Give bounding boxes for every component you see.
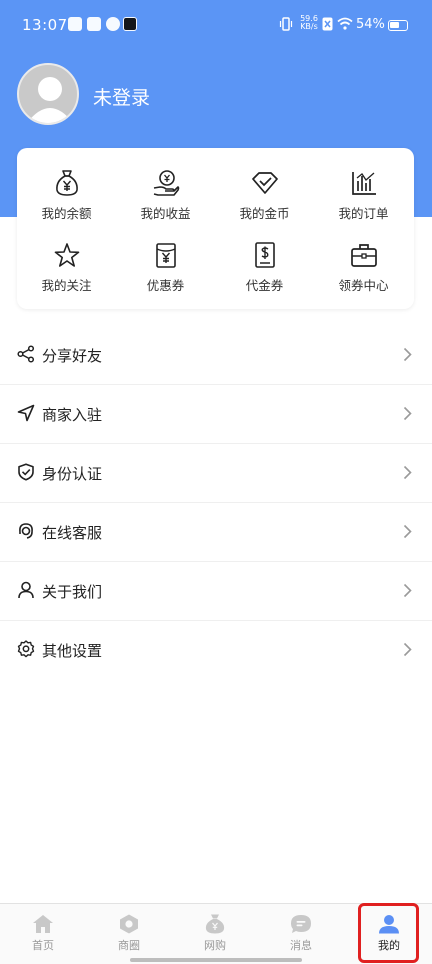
navigation-arrow-icon bbox=[17, 404, 35, 422]
menu-item-label: 在线客服 bbox=[42, 524, 103, 542]
quick-access-card: 我的余额 我的收益 我的金币 我的订单 我的关注 优惠券 代金券 领券中心 bbox=[17, 148, 414, 309]
menu-item-customer-service[interactable]: 在线客服 bbox=[0, 503, 432, 562]
vibrate-icon bbox=[279, 17, 293, 31]
shopping-bag-icon bbox=[205, 914, 225, 934]
login-status-text[interactable]: 未登录 bbox=[93, 83, 150, 110]
grid-item-vouchers[interactable]: 代金券 bbox=[215, 241, 314, 311]
gesture-home-indicator[interactable] bbox=[130, 958, 302, 962]
shield-check-icon bbox=[18, 463, 34, 481]
grid-item-label: 我的金币 bbox=[239, 206, 290, 221]
home-icon bbox=[33, 915, 53, 933]
grid-item-coupons[interactable]: 优惠券 bbox=[116, 241, 215, 311]
battery-percent: 54% bbox=[356, 17, 385, 32]
tab-messages[interactable]: 消息 bbox=[258, 904, 344, 964]
menu-item-label: 其他设置 bbox=[42, 642, 103, 660]
hexagon-icon bbox=[120, 914, 138, 934]
chevron-right-icon bbox=[403, 465, 412, 480]
status-time: 13:07 bbox=[22, 16, 68, 34]
mail-notification-icon bbox=[68, 17, 82, 31]
menu-item-label: 商家入驻 bbox=[42, 406, 103, 424]
money-bag-icon bbox=[55, 170, 78, 196]
tab-mine[interactable]: 我的 bbox=[346, 904, 432, 964]
battery-icon bbox=[388, 20, 408, 31]
tab-business-district[interactable]: 商圈 bbox=[86, 904, 172, 964]
star-icon bbox=[54, 243, 79, 267]
menu-item-merchant-join[interactable]: 商家入驻 bbox=[0, 385, 432, 444]
grid-item-label: 我的关注 bbox=[41, 278, 92, 293]
menu-item-label: 分享好友 bbox=[42, 347, 103, 365]
headset-icon bbox=[19, 523, 33, 539]
bar-chart-icon bbox=[351, 172, 376, 195]
diamond-icon bbox=[251, 172, 278, 194]
grid-item-label: 我的订单 bbox=[338, 206, 389, 221]
grid-item-balance[interactable]: 我的余额 bbox=[17, 169, 116, 239]
app-notification-icon bbox=[87, 17, 101, 31]
no-sim-icon bbox=[322, 17, 333, 31]
grid-item-coupon-center[interactable]: 领券中心 bbox=[314, 241, 413, 311]
voucher-dollar-icon bbox=[254, 242, 275, 268]
tab-label: 商圈 bbox=[118, 939, 140, 952]
coupon-yen-icon bbox=[155, 243, 176, 268]
network-speed: 59.6 KB/s bbox=[300, 14, 318, 31]
menu-item-about-us[interactable]: 关于我们 bbox=[0, 562, 432, 621]
user-outline-icon bbox=[18, 581, 34, 599]
menu-item-label: 关于我们 bbox=[42, 583, 103, 601]
menu-item-other-settings[interactable]: 其他设置 bbox=[0, 621, 432, 680]
tab-online-shopping[interactable]: 网购 bbox=[172, 904, 258, 964]
grid-item-label: 优惠券 bbox=[146, 278, 185, 293]
briefcase-icon bbox=[350, 244, 377, 267]
tiktok-notification-icon bbox=[123, 17, 137, 31]
menu-item-label: 身份认证 bbox=[42, 465, 103, 483]
share-icon bbox=[17, 345, 35, 363]
menu-item-share[interactable]: 分享好友 bbox=[0, 326, 432, 385]
chevron-right-icon bbox=[403, 406, 412, 421]
gear-icon bbox=[17, 640, 35, 658]
chevron-right-icon bbox=[403, 642, 412, 657]
link-notification-icon bbox=[106, 17, 120, 31]
grid-item-label: 代金券 bbox=[245, 278, 284, 293]
bottom-tab-bar: 首页 商圈 网购 消息 我的 bbox=[0, 903, 432, 964]
grid-item-earnings[interactable]: 我的收益 bbox=[116, 169, 215, 239]
profile-icon bbox=[379, 915, 399, 934]
tab-label: 消息 bbox=[290, 939, 312, 952]
tab-label: 网购 bbox=[204, 939, 226, 952]
hand-coin-icon bbox=[153, 170, 179, 196]
menu-item-identity-verification[interactable]: 身份认证 bbox=[0, 444, 432, 503]
chevron-right-icon bbox=[403, 583, 412, 598]
wifi-icon bbox=[337, 17, 353, 30]
grid-item-orders[interactable]: 我的订单 bbox=[314, 169, 413, 239]
message-bubble-icon bbox=[291, 915, 311, 933]
tab-home[interactable]: 首页 bbox=[0, 904, 86, 964]
tab-label: 我的 bbox=[378, 939, 400, 952]
grid-item-label: 我的余额 bbox=[41, 206, 92, 221]
grid-item-label: 我的收益 bbox=[140, 206, 191, 221]
grid-item-coins[interactable]: 我的金币 bbox=[215, 169, 314, 239]
grid-item-label: 领券中心 bbox=[338, 278, 389, 293]
tab-label: 首页 bbox=[32, 939, 54, 952]
grid-item-following[interactable]: 我的关注 bbox=[17, 241, 116, 311]
chevron-right-icon bbox=[403, 524, 412, 539]
chevron-right-icon bbox=[403, 347, 412, 362]
status-bar: 13:07 59.6 KB/s 54% bbox=[0, 0, 432, 52]
avatar[interactable] bbox=[17, 63, 79, 125]
